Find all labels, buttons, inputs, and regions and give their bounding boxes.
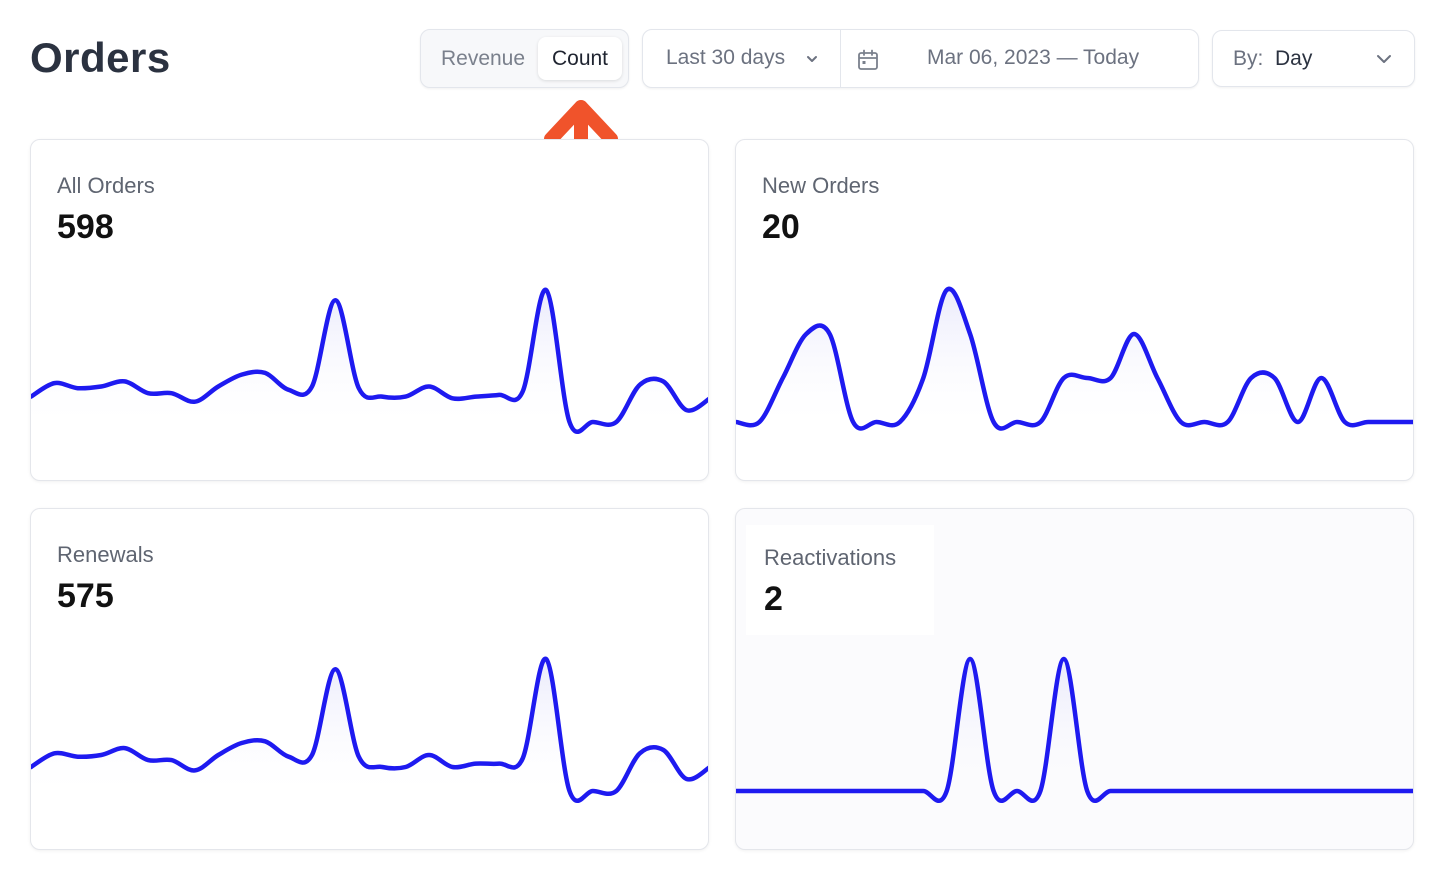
toggle-revenue[interactable]: Revenue <box>429 37 537 80</box>
toggle-count[interactable]: Count <box>538 37 622 80</box>
group-by-value: Day <box>1275 47 1313 70</box>
chevron-down-icon <box>807 56 817 62</box>
card-value: 575 <box>57 577 114 615</box>
date-preset-label: Last 30 days <box>666 46 786 69</box>
card-value: 2 <box>764 580 783 618</box>
date-range-text[interactable]: Mar 06, 2023 — Today <box>927 46 1139 70</box>
card-label: New Orders <box>762 173 880 198</box>
calendar-icon[interactable] <box>857 49 879 71</box>
card-reactivations[interactable]: Reactivations 2 <box>735 508 1414 850</box>
sparkline-area <box>31 658 708 801</box>
card-label: Renewals <box>57 542 154 567</box>
card-value: 20 <box>762 208 800 246</box>
page-title: Orders <box>30 34 171 81</box>
group-by-label: By: <box>1233 47 1264 70</box>
sparkline-area <box>31 289 708 432</box>
metric-toggle: Revenue Count <box>420 29 629 88</box>
card-renewals[interactable]: Renewals 575 <box>30 508 709 850</box>
card-all-orders[interactable]: All Orders 598 <box>30 139 709 481</box>
group-by-dropdown[interactable]: By: Day <box>1212 30 1415 87</box>
card-value: 598 <box>57 208 114 246</box>
date-range-picker: Last 30 days Mar 06, 2023 — Today <box>642 29 1199 88</box>
card-label: All Orders <box>57 173 155 198</box>
date-preset-dropdown[interactable]: Last 30 days <box>643 30 841 87</box>
chevron-down-icon <box>1377 55 1391 63</box>
card-label: Reactivations <box>764 545 897 570</box>
card-new-orders[interactable]: New Orders 20 <box>735 139 1414 481</box>
